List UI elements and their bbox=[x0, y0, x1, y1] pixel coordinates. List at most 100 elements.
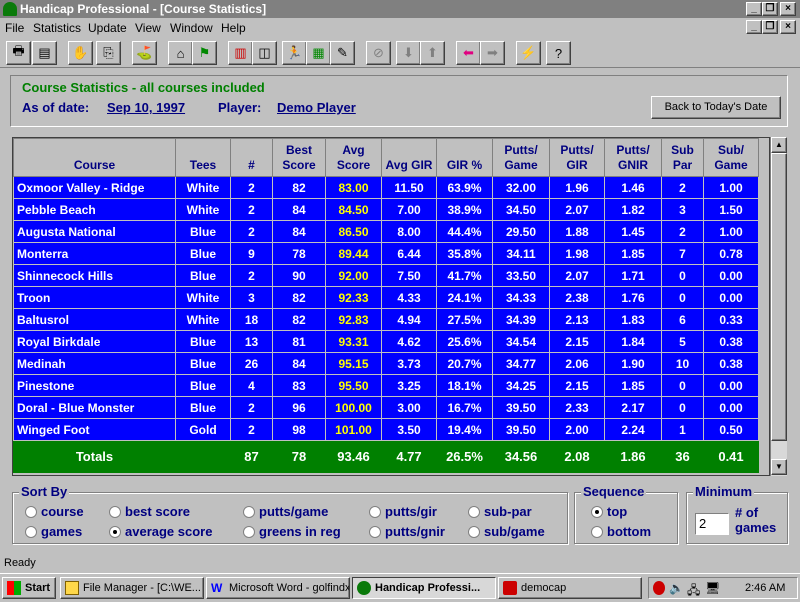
move-up-icon[interactable]: ⬆ bbox=[420, 41, 445, 65]
column-header[interactable]: Tees bbox=[175, 138, 231, 177]
bar-chart-icon[interactable]: ▥ bbox=[228, 41, 253, 65]
table-row[interactable]: Medinah Blue 26 84 95.15 3.73 20.7% 34.77 2.06 1.… bbox=[13, 352, 759, 375]
table-cell: Blue bbox=[175, 264, 231, 287]
table-row[interactable]: Doral - Blue Monster Blue 2 96 100.00 3.00 16.… bbox=[13, 396, 759, 419]
column-header[interactable]: Sub/ Game bbox=[703, 138, 759, 177]
table-row[interactable]: Augusta National Blue 2 84 86.50 8.00 44.4% 29.… bbox=[13, 220, 759, 243]
task-file-manager[interactable]: File Manager - [C:\WE... bbox=[60, 577, 204, 599]
sort-option-sub-par[interactable]: sub-par bbox=[468, 504, 532, 519]
as-of-date-link[interactable]: Sep 10, 1997 bbox=[107, 100, 185, 115]
minimize-button[interactable]: _ bbox=[746, 2, 762, 16]
sort-option-best-score[interactable]: best score bbox=[109, 504, 190, 519]
table-cell: 20.7% bbox=[436, 352, 493, 375]
player-icon[interactable]: 🏃 bbox=[282, 41, 307, 65]
scroll-down-icon[interactable]: ▼ bbox=[771, 459, 787, 475]
next-arrow-icon[interactable]: ➡ bbox=[480, 41, 505, 65]
column-header[interactable]: # bbox=[230, 138, 273, 177]
table-row[interactable]: Monterra Blue 9 78 89.44 6.44 35.8% 34.11 1.98 1.… bbox=[13, 242, 759, 265]
clubhouse-icon[interactable]: ⌂ bbox=[168, 41, 193, 65]
stats-cards-icon[interactable]: ◫ bbox=[252, 41, 277, 65]
column-header[interactable]: Sub Par bbox=[661, 138, 704, 177]
table-cell: 2.06 bbox=[549, 352, 605, 375]
player-name-link[interactable]: Demo Player bbox=[277, 100, 356, 115]
table-row[interactable]: Troon White 3 82 92.33 4.33 24.1% 34.33 2.38 1.76… bbox=[13, 286, 759, 309]
column-header[interactable]: GIR % bbox=[436, 138, 493, 177]
back-to-today-button[interactable]: Back to Today's Date bbox=[651, 96, 781, 119]
table-cell: 0 bbox=[661, 286, 704, 309]
close-button[interactable]: × bbox=[780, 2, 796, 16]
menu-update[interactable]: Update bbox=[88, 21, 127, 35]
menu-file[interactable]: File bbox=[5, 21, 24, 35]
child-minimize-button[interactable]: _ bbox=[746, 20, 762, 34]
help-question-icon[interactable]: ? bbox=[546, 41, 571, 65]
sort-option-putts-gir[interactable]: putts/gir bbox=[369, 504, 437, 519]
column-header[interactable]: Avg Score bbox=[325, 138, 382, 177]
previous-arrow-icon[interactable]: ⬅ bbox=[456, 41, 481, 65]
clock[interactable]: 2:46 AM bbox=[745, 582, 785, 594]
title-bar: Handicap Professional - [Course Statisti… bbox=[0, 0, 800, 18]
restore-button[interactable]: ❐ bbox=[762, 2, 778, 16]
start-button[interactable]: Start bbox=[2, 577, 56, 599]
table-row[interactable]: Pebble Beach White 2 84 84.50 7.00 38.9% 34.50 2… bbox=[13, 198, 759, 221]
table-cell: 0.00 bbox=[703, 264, 759, 287]
table-cell: 25.6% bbox=[436, 330, 493, 353]
column-header[interactable]: Putts/ GIR bbox=[549, 138, 605, 177]
menu-statistics[interactable]: Statistics bbox=[33, 21, 81, 35]
course-map-icon[interactable]: ▦ bbox=[306, 41, 331, 65]
menu-view[interactable]: View bbox=[135, 21, 161, 35]
sequence-option-top[interactable]: top bbox=[591, 504, 627, 519]
minimum-games-input[interactable]: 2 bbox=[695, 513, 729, 535]
table-cell: 1.85 bbox=[604, 374, 662, 397]
table-row[interactable]: Pinestone Blue 4 83 95.50 3.25 18.1% 34.25 2.15 1… bbox=[13, 374, 759, 397]
speaker-icon[interactable]: 🔈 bbox=[669, 581, 684, 595]
sort-option-games[interactable]: games bbox=[25, 524, 82, 539]
sort-option-course[interactable]: course bbox=[25, 504, 84, 519]
sort-option-putts-gnir[interactable]: putts/gnir bbox=[369, 524, 445, 539]
scroll-thumb[interactable] bbox=[771, 153, 787, 441]
column-header[interactable]: Best Score bbox=[272, 138, 326, 177]
table-cell: 82 bbox=[272, 176, 326, 199]
table-cell: Augusta National bbox=[13, 220, 176, 243]
scorecard-icon[interactable]: ▤ bbox=[32, 41, 57, 65]
stop-hand-icon[interactable]: ✋ bbox=[68, 41, 93, 65]
sort-option-putts-game[interactable]: putts/game bbox=[243, 504, 328, 519]
stats-grid: Course Tees # Best Score Avg Score Avg GIR GIR… bbox=[13, 138, 759, 473]
sort-option-greens-in-reg[interactable]: greens in reg bbox=[243, 524, 341, 539]
sequence-label: Sequence bbox=[581, 484, 647, 499]
table-cell: 2.17 bbox=[604, 396, 662, 419]
table-row[interactable]: Oxmoor Valley - Ridge White 2 82 83.00 11.50 6… bbox=[13, 176, 759, 199]
column-header[interactable]: Course bbox=[13, 138, 176, 177]
table-row[interactable]: Royal Birkdale Blue 13 81 93.31 4.62 25.6% 34.5… bbox=[13, 330, 759, 353]
lightning-icon[interactable]: ⚡ bbox=[516, 41, 541, 65]
child-restore-button[interactable]: ❐ bbox=[762, 20, 778, 34]
task-democap[interactable]: democap bbox=[498, 577, 642, 599]
status-text: Ready bbox=[4, 557, 36, 569]
move-down-icon[interactable]: ⬇ bbox=[396, 41, 421, 65]
table-row[interactable]: Shinnecock Hills Blue 2 90 92.00 7.50 41.7% 33.… bbox=[13, 264, 759, 287]
task-handicap-professional[interactable]: Handicap Professi... bbox=[352, 577, 496, 599]
sort-option-sub-game[interactable]: sub/game bbox=[468, 524, 545, 539]
exit-door-icon[interactable]: ⎘ bbox=[96, 41, 121, 65]
menu-window[interactable]: Window bbox=[170, 21, 213, 35]
table-row[interactable]: Winged Foot Gold 2 98 101.00 3.50 19.4% 39.50 2.… bbox=[13, 418, 759, 441]
edit-score-icon[interactable]: ✎ bbox=[330, 41, 355, 65]
sequence-option-bottom[interactable]: bottom bbox=[591, 524, 651, 539]
print-icon[interactable]: 🖶 bbox=[6, 41, 31, 65]
task-microsoft-word[interactable]: W Microsoft Word - golfindx bbox=[206, 577, 350, 599]
scroll-up-icon[interactable]: ▲ bbox=[771, 137, 787, 153]
tray-app-icon[interactable] bbox=[653, 581, 665, 595]
flag-icon[interactable]: ⚑ bbox=[192, 41, 217, 65]
sort-option-average-score[interactable]: average score bbox=[109, 524, 212, 539]
golfer-swing-icon[interactable]: ⛳ bbox=[132, 41, 157, 65]
column-header[interactable]: Putts/ GNIR bbox=[604, 138, 662, 177]
table-cell: 41.7% bbox=[436, 264, 493, 287]
network-icon[interactable]: 🖧 bbox=[687, 581, 700, 602]
table-row[interactable]: Baltusrol White 18 82 92.83 4.94 27.5% 34.39 2.1… bbox=[13, 308, 759, 331]
column-header[interactable]: Avg GIR bbox=[381, 138, 437, 177]
menu-help[interactable]: Help bbox=[221, 21, 246, 35]
vertical-scrollbar[interactable]: ▲ ▼ bbox=[770, 137, 787, 476]
column-header[interactable]: Putts/ Game bbox=[492, 138, 550, 177]
delete-icon[interactable]: ⊘ bbox=[366, 41, 391, 65]
display-icon[interactable]: 🖥 bbox=[705, 581, 720, 595]
child-close-button[interactable]: × bbox=[780, 20, 796, 34]
